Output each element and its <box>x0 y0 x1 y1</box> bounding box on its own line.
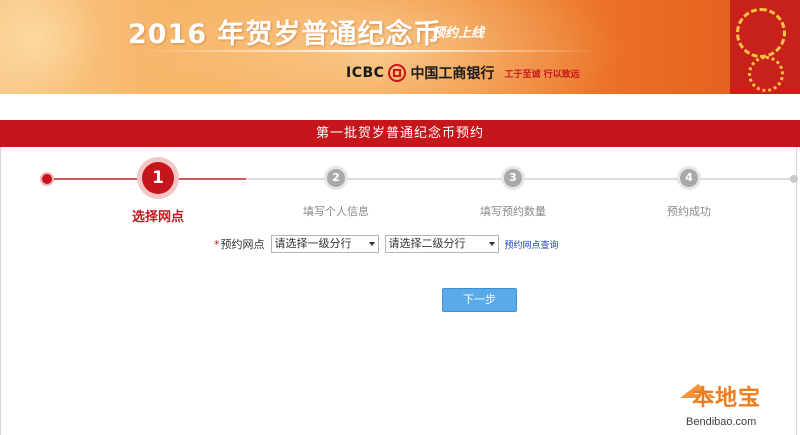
step-3-number: 3 <box>504 169 522 187</box>
secondary-branch-value: 请选择二级分行 <box>388 237 466 250</box>
primary-branch-value: 请选择一级分行 <box>274 237 352 250</box>
step-2-label: 填写个人信息 <box>303 205 369 218</box>
bank-name-en: ICBC <box>346 65 385 81</box>
step-1-label: 选择网点 <box>131 210 184 225</box>
step-2-number: 2 <box>327 169 345 187</box>
banner-subtitle: 预约上线 <box>432 26 485 41</box>
banner-underline <box>140 50 600 52</box>
step-4-number: 4 <box>680 169 698 187</box>
bank-name-cn: 中国工商银行 <box>410 66 495 82</box>
progress-start-dot <box>42 174 52 184</box>
page-title: 第一批贺岁普通纪念币预约 <box>315 126 484 141</box>
page-title-bar: 第一批贺岁普通纪念币预约 <box>0 120 800 147</box>
progress-end-dot <box>790 175 798 183</box>
chevron-down-icon <box>368 242 375 246</box>
step-1-number: 1 <box>142 162 174 194</box>
bank-brand: ICBC 中国工商银行 工于至诚 行以致远 <box>346 62 580 84</box>
bank-slogan: 工于至诚 行以致远 <box>504 69 580 80</box>
step-1-marker: 1 <box>137 157 179 199</box>
watermark-title: 本地宝 <box>692 386 762 411</box>
primary-branch-select[interactable]: 请选择一级分行 <box>270 235 379 253</box>
secondary-branch-select[interactable]: 请选择二级分行 <box>384 235 499 253</box>
branch-label: 预约网点 <box>220 238 265 251</box>
banner-title: 2016 年贺岁普通纪念币 <box>128 19 442 50</box>
banner-decoration-right <box>730 0 800 94</box>
required-mark: * <box>214 237 220 251</box>
step-3-label: 填写预约数量 <box>480 205 546 218</box>
chevron-down-icon <box>488 242 495 246</box>
step-4-marker: 4 <box>677 166 701 190</box>
step-4-label: 预约成功 <box>667 205 711 218</box>
banner-decoration-left <box>0 0 120 94</box>
watermark: 本地宝 Bendibao.com <box>676 380 796 435</box>
watermark-domain: Bendibao.com <box>686 416 757 428</box>
branch-lookup-link[interactable]: 预约网点查询 <box>505 238 559 251</box>
icbc-logo-icon <box>388 64 407 82</box>
promo-banner: 2016 年贺岁普通纪念币 预约上线 ICBC 中国工商银行 工于至诚 行以致远 <box>0 0 800 94</box>
step-2-marker: 2 <box>324 166 348 190</box>
next-step-button[interactable]: 下一步 <box>442 288 517 312</box>
step-3-marker: 3 <box>501 166 525 190</box>
branch-form-row: * 预约网点 请选择一级分行 请选择二级分行 预约网点查询 <box>214 235 559 253</box>
